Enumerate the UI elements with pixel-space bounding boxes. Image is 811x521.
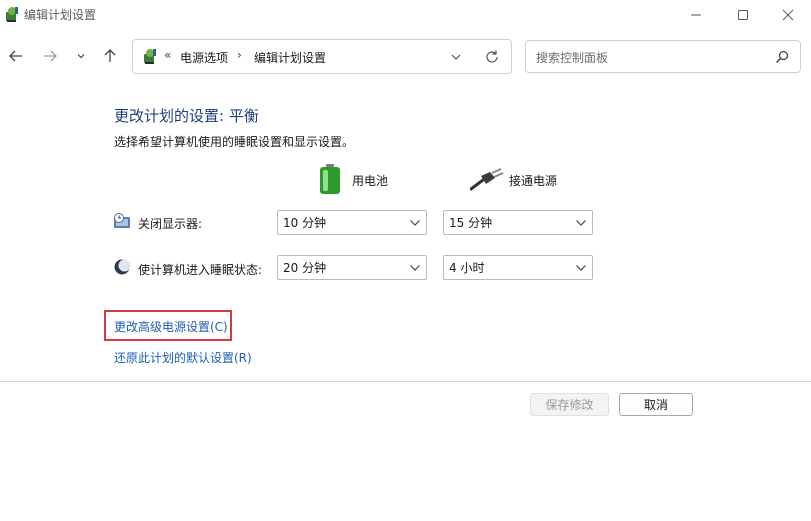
breadcrumb-separator[interactable]: › [237, 48, 242, 62]
breadcrumb-edit-plan[interactable]: 编辑计划设置 [254, 49, 326, 66]
breadcrumb-overflow[interactable]: « [164, 48, 171, 62]
page-title: 更改计划的设置: 平衡 [114, 107, 259, 125]
advanced-power-settings-link[interactable]: 更改高级电源设置(C) [114, 318, 228, 335]
divider [0, 381, 811, 382]
arrow-up-icon [104, 49, 116, 62]
display-timer-icon [113, 213, 131, 231]
restore-defaults-link[interactable]: 还原此计划的默认设置(R) [114, 349, 252, 366]
search-box[interactable]: 搜索控制面板 [525, 40, 801, 73]
breadcrumb-power-options[interactable]: 电源选项 [180, 49, 228, 66]
arrow-left-icon [9, 50, 22, 62]
chevron-down-icon [77, 54, 85, 59]
maximize-button[interactable] [720, 0, 766, 30]
page-description: 选择希望计算机使用的睡眠设置和显示设置。 [114, 135, 355, 149]
forward-button[interactable] [38, 44, 62, 68]
selected-value: 20 分钟 [283, 261, 327, 275]
cancel-button[interactable]: 取消 [619, 393, 693, 416]
arrow-right-icon [44, 50, 57, 62]
recent-locations-button[interactable] [69, 44, 93, 68]
refresh-icon [486, 50, 498, 63]
chevron-down-icon [576, 219, 586, 226]
chevron-down-icon [451, 54, 461, 60]
window-title: 编辑计划设置 [24, 8, 97, 22]
selected-value: 4 小时 [449, 261, 485, 275]
power-options-icon [141, 47, 159, 65]
on-battery-column-header: 用电池 [352, 174, 389, 188]
sleep-label: 使计算机进入睡眠状态: [138, 263, 263, 277]
chevron-down-icon [410, 219, 420, 226]
chevron-down-icon [576, 264, 586, 271]
address-bar[interactable]: « 电源选项 › 编辑计划设置 [132, 39, 512, 74]
selected-value: 15 分钟 [449, 216, 493, 230]
minimize-button[interactable] [673, 0, 719, 30]
chevron-down-icon [410, 264, 420, 271]
display-off-battery-select[interactable]: 10 分钟 [277, 210, 427, 235]
address-dropdown-button[interactable] [447, 48, 465, 66]
selected-value: 10 分钟 [283, 216, 327, 230]
power-plug-icon [469, 167, 504, 191]
minimize-icon [691, 14, 701, 16]
sleep-battery-select[interactable]: 20 分钟 [277, 255, 427, 280]
turn-off-display-label: 关闭显示器: [138, 217, 203, 231]
plugged-in-column-header: 接通电源 [509, 174, 558, 188]
save-changes-button[interactable]: 保存修改 [530, 393, 609, 416]
search-icon[interactable] [774, 49, 790, 65]
close-icon [782, 9, 794, 21]
title-bar: 编辑计划设置 [0, 0, 811, 30]
up-button[interactable] [98, 44, 122, 68]
power-options-icon [3, 5, 21, 23]
refresh-button[interactable] [483, 48, 501, 66]
sleep-plugged-select[interactable]: 4 小时 [443, 255, 593, 280]
back-button[interactable] [4, 44, 28, 68]
battery-icon [318, 164, 342, 194]
search-placeholder[interactable]: 搜索控制面板 [536, 49, 608, 66]
sleep-moon-icon [113, 258, 131, 276]
close-button[interactable] [765, 0, 811, 30]
display-off-plugged-select[interactable]: 15 分钟 [443, 210, 593, 235]
maximize-icon [738, 10, 748, 20]
